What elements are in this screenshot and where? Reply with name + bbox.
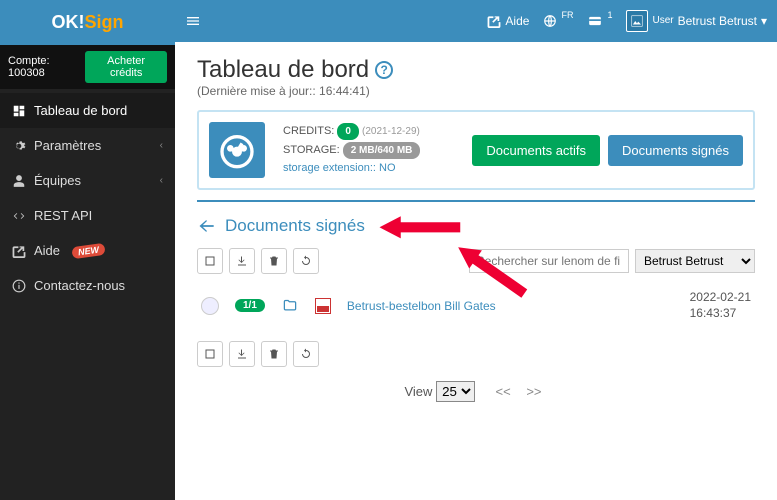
caret-down-icon: ▾ bbox=[761, 14, 767, 28]
sidebar-item-restapi[interactable]: REST API bbox=[0, 198, 175, 233]
help-circle-icon[interactable]: ? bbox=[375, 61, 393, 79]
sidebar-item-label: Aide bbox=[34, 243, 60, 258]
sidebar-item-label: Paramètres bbox=[34, 138, 101, 153]
sidebar-item-dashboard[interactable]: Tableau de bord bbox=[0, 93, 175, 128]
dashboard-icon bbox=[12, 104, 26, 118]
topbar-help[interactable]: Aide bbox=[487, 14, 529, 28]
account-label: Compte: 100308 bbox=[8, 55, 85, 79]
sidebar-item-teams[interactable]: Équipes ‹ bbox=[0, 163, 175, 198]
refresh-button-bottom[interactable] bbox=[293, 341, 319, 367]
sidebar-item-label: Équipes bbox=[34, 173, 81, 188]
document-timestamp: 2022-02-21 16:43:37 bbox=[690, 290, 751, 321]
sidebar-item-label: Tableau de bord bbox=[34, 103, 127, 118]
select-all-checkbox-bottom[interactable] bbox=[197, 341, 223, 367]
credits-value: 0 bbox=[337, 123, 359, 140]
user-select[interactable]: Betrust Betrust bbox=[635, 249, 755, 273]
refresh-button[interactable] bbox=[293, 248, 319, 274]
credits-label: CREDITS: bbox=[283, 125, 334, 137]
select-all-checkbox[interactable] bbox=[197, 248, 223, 274]
signature-count-badge: 1/1 bbox=[235, 299, 265, 312]
active-docs-button[interactable]: Documents actifs bbox=[472, 135, 600, 166]
pager-next[interactable]: >> bbox=[526, 384, 541, 399]
document-link[interactable]: Betrust-bestelbon Bill Gates bbox=[347, 299, 496, 313]
buy-credits-button[interactable]: Acheter crédits bbox=[85, 51, 167, 83]
pdf-icon bbox=[315, 298, 331, 314]
topbar-lang[interactable]: FR bbox=[543, 14, 573, 28]
sidebar-item-help[interactable]: Aide NEW bbox=[0, 233, 175, 268]
page-title: Tableau de bord ? bbox=[197, 56, 755, 84]
chevron-left-icon: ‹ bbox=[160, 140, 163, 151]
page-size-select[interactable]: 25 bbox=[436, 381, 475, 402]
stats-panel: CREDITS: 0 (2021-12-29) STORAGE: 2 MB/64… bbox=[197, 110, 755, 190]
user-icon bbox=[12, 174, 26, 188]
sidebar-item-contact[interactable]: Contactez-nous bbox=[0, 268, 175, 303]
annotation-arrow-1 bbox=[377, 212, 467, 246]
new-badge: NEW bbox=[71, 242, 105, 258]
download-button-bottom[interactable] bbox=[229, 341, 255, 367]
app-logo: OK!Sign bbox=[0, 0, 175, 45]
user-avatar-icon bbox=[626, 10, 648, 32]
download-button[interactable] bbox=[229, 248, 255, 274]
divider bbox=[197, 200, 755, 202]
credits-date: (2021-12-29) bbox=[362, 126, 420, 137]
help-icon bbox=[12, 244, 26, 258]
pager-prev[interactable]: << bbox=[496, 384, 511, 399]
delete-button[interactable] bbox=[261, 248, 287, 274]
info-icon bbox=[12, 279, 26, 293]
topbar-user[interactable]: User Betrust Betrust ▾ bbox=[626, 10, 767, 32]
chevron-left-icon: ‹ bbox=[160, 175, 163, 186]
page-subtitle: (Dernière mise à jour:: 16:44:41) bbox=[197, 84, 755, 98]
back-arrow-icon[interactable] bbox=[197, 216, 217, 236]
storage-value: 2 MB/640 MB bbox=[343, 142, 421, 159]
storage-label: STORAGE: bbox=[283, 144, 340, 156]
document-row: 1/1 Betrust-bestelbon Bill Gates 2022-02… bbox=[197, 284, 755, 327]
sidebar-item-params[interactable]: Paramètres ‹ bbox=[0, 128, 175, 163]
topbar-credit-icon[interactable]: 1 bbox=[587, 14, 612, 28]
delete-button-bottom[interactable] bbox=[261, 341, 287, 367]
storage-extension-link[interactable]: storage extension:: NO bbox=[283, 162, 396, 174]
search-input[interactable] bbox=[469, 249, 629, 273]
section-title: Documents signés bbox=[225, 216, 365, 236]
pager: View 25 << >> bbox=[197, 381, 755, 402]
folder-icon[interactable] bbox=[281, 298, 299, 313]
gears-icon bbox=[12, 139, 26, 153]
sidebar-item-label: Contactez-nous bbox=[34, 278, 125, 293]
row-checkbox[interactable] bbox=[201, 297, 219, 315]
hamburger-icon[interactable] bbox=[185, 13, 201, 29]
code-icon bbox=[12, 209, 26, 223]
sidebar-item-label: REST API bbox=[34, 208, 92, 223]
signed-docs-button[interactable]: Documents signés bbox=[608, 135, 743, 166]
gauge-icon bbox=[209, 122, 265, 178]
